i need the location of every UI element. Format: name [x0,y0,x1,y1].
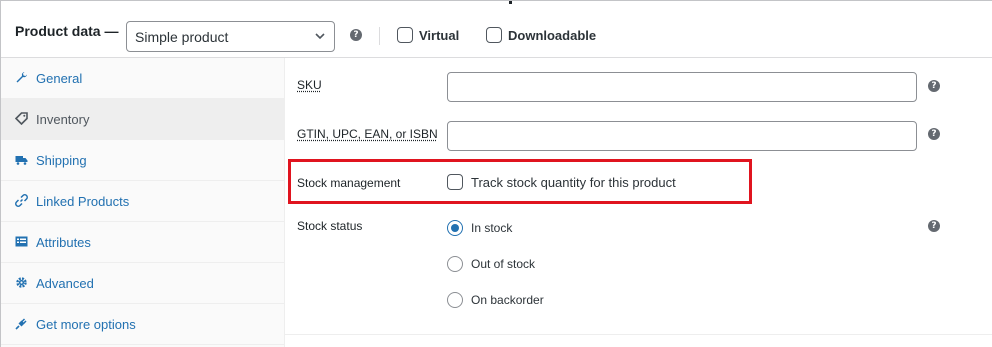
wrench-icon [15,71,28,84]
product-data-panel: Product data — Simple product ? Virtual … [0,0,992,347]
product-data-tabs: General Inventory Shipping Linked Produc… [1,58,285,347]
tab-shipping[interactable]: Shipping [1,140,285,181]
in-stock-label: In stock [471,221,513,235]
gtin-input[interactable] [447,121,917,151]
gtin-help-icon[interactable]: ? [928,128,940,140]
chevron-down-icon [315,33,325,40]
list-icon [15,235,28,248]
tab-attributes[interactable]: Attributes [1,222,285,263]
link-icon [15,194,28,207]
sku-label: SKU [297,78,322,92]
gtin-label: GTIN, UPC, EAN, or ISBN [297,127,438,141]
tab-advanced[interactable]: Advanced [1,263,285,304]
virtual-checkbox[interactable] [397,27,413,43]
tab-get-more-options[interactable]: Get more options [1,304,285,345]
tag-icon [14,112,28,126]
form-divider [285,334,992,335]
tab-get-more-options-label: Get more options [36,317,136,332]
help-icon[interactable]: ? [350,29,362,41]
tab-linked-products[interactable]: Linked Products [1,181,285,222]
plugin-icon [15,317,28,330]
tab-inventory-label: Inventory [36,112,90,127]
on-backorder-radio[interactable] [447,292,463,308]
stock-status-help-icon[interactable]: ? [928,220,940,232]
tab-linked-products-label: Linked Products [36,194,130,209]
in-stock-radio[interactable] [447,220,463,236]
tab-general[interactable]: General [1,58,285,99]
tab-general-label: General [36,71,83,86]
truck-icon [15,153,28,166]
product-data-title: Product data — [15,23,119,39]
tab-shipping-label: Shipping [36,153,87,168]
stock-management-highlight [288,159,752,204]
product-type-value: Simple product [135,28,229,45]
tab-inventory[interactable]: Inventory [1,99,285,140]
downloadable-label: Downloadable [508,28,597,43]
tab-advanced-label: Advanced [36,276,94,291]
downloadable-checkbox[interactable] [486,27,502,43]
product-data-header: Product data — Simple product ? Virtual … [1,5,992,58]
on-backorder-label: On backorder [471,293,544,307]
product-type-select[interactable]: Simple product [126,21,335,52]
header-divider [379,27,380,45]
out-of-stock-label: Out of stock [471,257,536,271]
gear-icon [15,276,28,289]
out-of-stock-radio[interactable] [447,256,463,272]
top-edge-mark [509,1,512,4]
tab-attributes-label: Attributes [36,235,91,250]
sku-help-icon[interactable]: ? [928,80,940,92]
stock-status-label: Stock status [297,219,363,233]
sku-input[interactable] [447,72,917,102]
virtual-label: Virtual [419,28,460,43]
